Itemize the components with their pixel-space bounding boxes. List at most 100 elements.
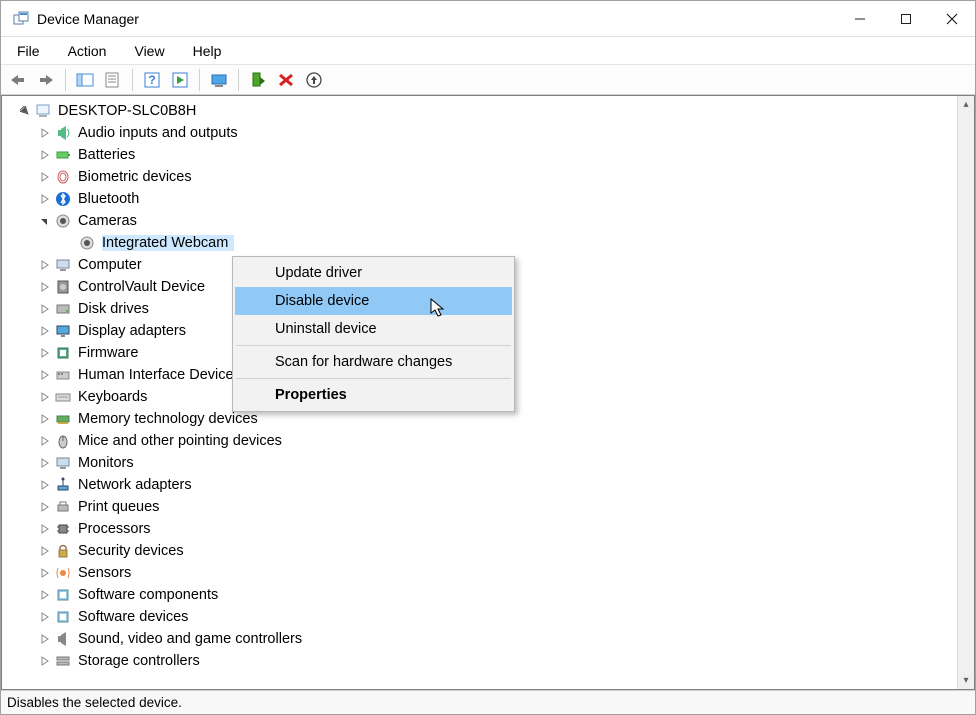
tree-category[interactable]: Sensors [2,562,974,584]
hid-icon [54,366,72,384]
scroll-up-icon[interactable]: ▴ [958,96,974,113]
storage-icon [54,652,72,670]
cm-uninstall-device[interactable]: Uninstall device [235,315,512,343]
tree-category[interactable]: Software components [2,584,974,606]
expand-icon[interactable] [38,478,52,492]
forward-button[interactable] [33,68,59,92]
cm-disable-device[interactable]: Disable device [235,287,512,315]
menu-help[interactable]: Help [183,41,232,61]
expand-icon[interactable] [38,522,52,536]
mouse-icon [54,432,72,450]
disable-device-button[interactable] [273,68,299,92]
tree-category[interactable]: Network adapters [2,474,974,496]
scroll-down-icon[interactable]: ▾ [958,672,974,689]
uninstall-device-button[interactable] [301,68,327,92]
cm-scan-hardware[interactable]: Scan for hardware changes [235,348,512,376]
expand-icon[interactable] [38,566,52,580]
camera-icon [78,234,96,252]
vault-icon [54,278,72,296]
cm-update-driver[interactable]: Update driver [235,259,512,287]
computer-icon [54,256,72,274]
expand-icon[interactable] [38,170,52,184]
tree-category[interactable]: Processors [2,518,974,540]
tree-category[interactable]: Storage controllers [2,650,974,672]
expand-icon[interactable] [38,500,52,514]
expand-icon[interactable] [38,654,52,668]
properties-button[interactable] [100,68,126,92]
cm-separator [236,345,511,346]
expand-icon[interactable] [38,588,52,602]
expand-icon[interactable] [38,456,52,470]
statusbar-text: Disables the selected device. [7,695,182,710]
security-icon [54,542,72,560]
expand-icon[interactable] [38,148,52,162]
cm-properties[interactable]: Properties [235,381,512,409]
expand-icon[interactable] [38,368,52,382]
show-hide-console-button[interactable] [72,68,98,92]
monitor-icon [54,454,72,472]
expand-icon[interactable] [38,390,52,404]
collapse-icon[interactable] [38,214,52,228]
expand-icon[interactable] [38,632,52,646]
enable-device-button[interactable] [245,68,271,92]
back-button[interactable] [5,68,31,92]
disk-icon [54,300,72,318]
menu-file[interactable]: File [7,41,50,61]
tree-root[interactable]: DESKTOP-SLC0B8H [2,100,974,122]
category-label: Network adapters [78,477,198,493]
expand-icon[interactable] [38,324,52,338]
display-icon [54,322,72,340]
tree-category[interactable]: Security devices [2,540,974,562]
keyboard-icon [54,388,72,406]
tree-category[interactable]: Biometric devices [2,166,974,188]
software-icon [54,586,72,604]
expand-icon[interactable] [38,126,52,140]
category-label: Monitors [78,455,140,471]
cpu-icon [54,520,72,538]
tree-category[interactable]: Bluetooth [2,188,974,210]
tree-device[interactable]: Integrated Webcam [2,232,974,254]
expand-icon[interactable] [18,104,32,118]
expand-icon[interactable] [38,258,52,272]
category-label: Processors [78,521,157,537]
expand-icon[interactable] [38,346,52,360]
window-title: Device Manager [37,11,837,27]
expand-icon[interactable] [38,280,52,294]
expand-icon[interactable] [38,192,52,206]
update-driver-button[interactable] [206,68,232,92]
tree-category[interactable]: Software devices [2,606,974,628]
vertical-scrollbar[interactable]: ▴ ▾ [957,96,974,689]
category-label: Cameras [78,213,143,229]
tree-category[interactable]: Sound, video and game controllers [2,628,974,650]
sound-icon [54,630,72,648]
tree-category[interactable]: Mice and other pointing devices [2,430,974,452]
device-label: Integrated Webcam [102,235,234,251]
tree-category[interactable]: Print queues [2,496,974,518]
close-button[interactable] [929,1,975,37]
menu-action[interactable]: Action [58,41,117,61]
menu-view[interactable]: View [124,41,174,61]
audio-icon [54,124,72,142]
category-label: Sensors [78,565,137,581]
minimize-button[interactable] [837,1,883,37]
tree-category[interactable]: Cameras [2,210,974,232]
category-label: Storage controllers [78,653,206,669]
network-icon [54,476,72,494]
action-button[interactable] [167,68,193,92]
root-label: DESKTOP-SLC0B8H [58,103,202,119]
titlebar: Device Manager [1,1,975,37]
tree-category[interactable]: Monitors [2,452,974,474]
tree-category[interactable]: Batteries [2,144,974,166]
category-label: Display adapters [78,323,192,339]
expand-icon[interactable] [38,544,52,558]
maximize-button[interactable] [883,1,929,37]
expand-icon[interactable] [38,302,52,316]
category-label: Security devices [78,543,190,559]
help-button[interactable]: ? [139,68,165,92]
expand-icon[interactable] [38,412,52,426]
battery-icon [54,146,72,164]
tree-category[interactable]: Audio inputs and outputs [2,122,974,144]
svg-text:?: ? [148,73,155,87]
expand-icon[interactable] [38,434,52,448]
expand-icon[interactable] [38,610,52,624]
